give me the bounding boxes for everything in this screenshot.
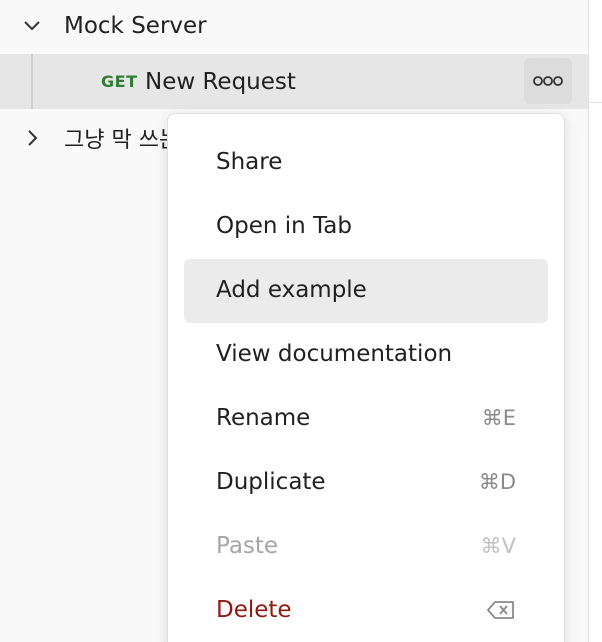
method-badge: GET [101,72,138,91]
shortcut-rename: ⌘E [481,406,516,430]
menu-item-paste: Paste ⌘V [216,533,516,559]
collection-label: Mock Server [64,13,207,39]
backspace-icon [487,601,514,619]
shortcut-paste: ⌘V [480,534,516,558]
indent-guide [31,54,33,109]
folder-label-clip: 그냥 막 쓰는 폴더 [64,110,174,165]
menu-item-add-example[interactable]: Add example [184,259,548,323]
menu-item-view-documentation[interactable]: View documentation [184,323,548,387]
more-horizontal-icon [533,76,563,86]
main-pane-header-border [589,102,602,103]
tree-item-request[interactable]: GET New Request [0,54,588,109]
app-window: Mock Server GET New Request 그냥 막 쓰는 [0,0,602,642]
menu-item-open-in-tab[interactable]: Open in Tab [184,195,548,259]
chevron-right-icon[interactable] [20,126,44,150]
context-menu: Share Open in Tab Add example View docum… [167,113,565,642]
more-actions-button[interactable] [524,58,572,104]
main-pane-edge [589,0,602,642]
menu-item-share[interactable]: Share [184,131,548,195]
menu-item-rename[interactable]: Rename ⌘E [184,387,548,451]
menu-item-delete[interactable]: Delete [184,579,548,642]
tree-item-collection[interactable]: Mock Server [0,0,588,52]
folder-label: 그냥 막 쓰는 폴더 [64,128,174,153]
shortcut-duplicate: ⌘D [478,470,516,494]
request-label: New Request [145,68,296,95]
menu-item-duplicate[interactable]: Duplicate ⌘D [184,451,548,515]
chevron-down-icon[interactable] [20,14,44,38]
